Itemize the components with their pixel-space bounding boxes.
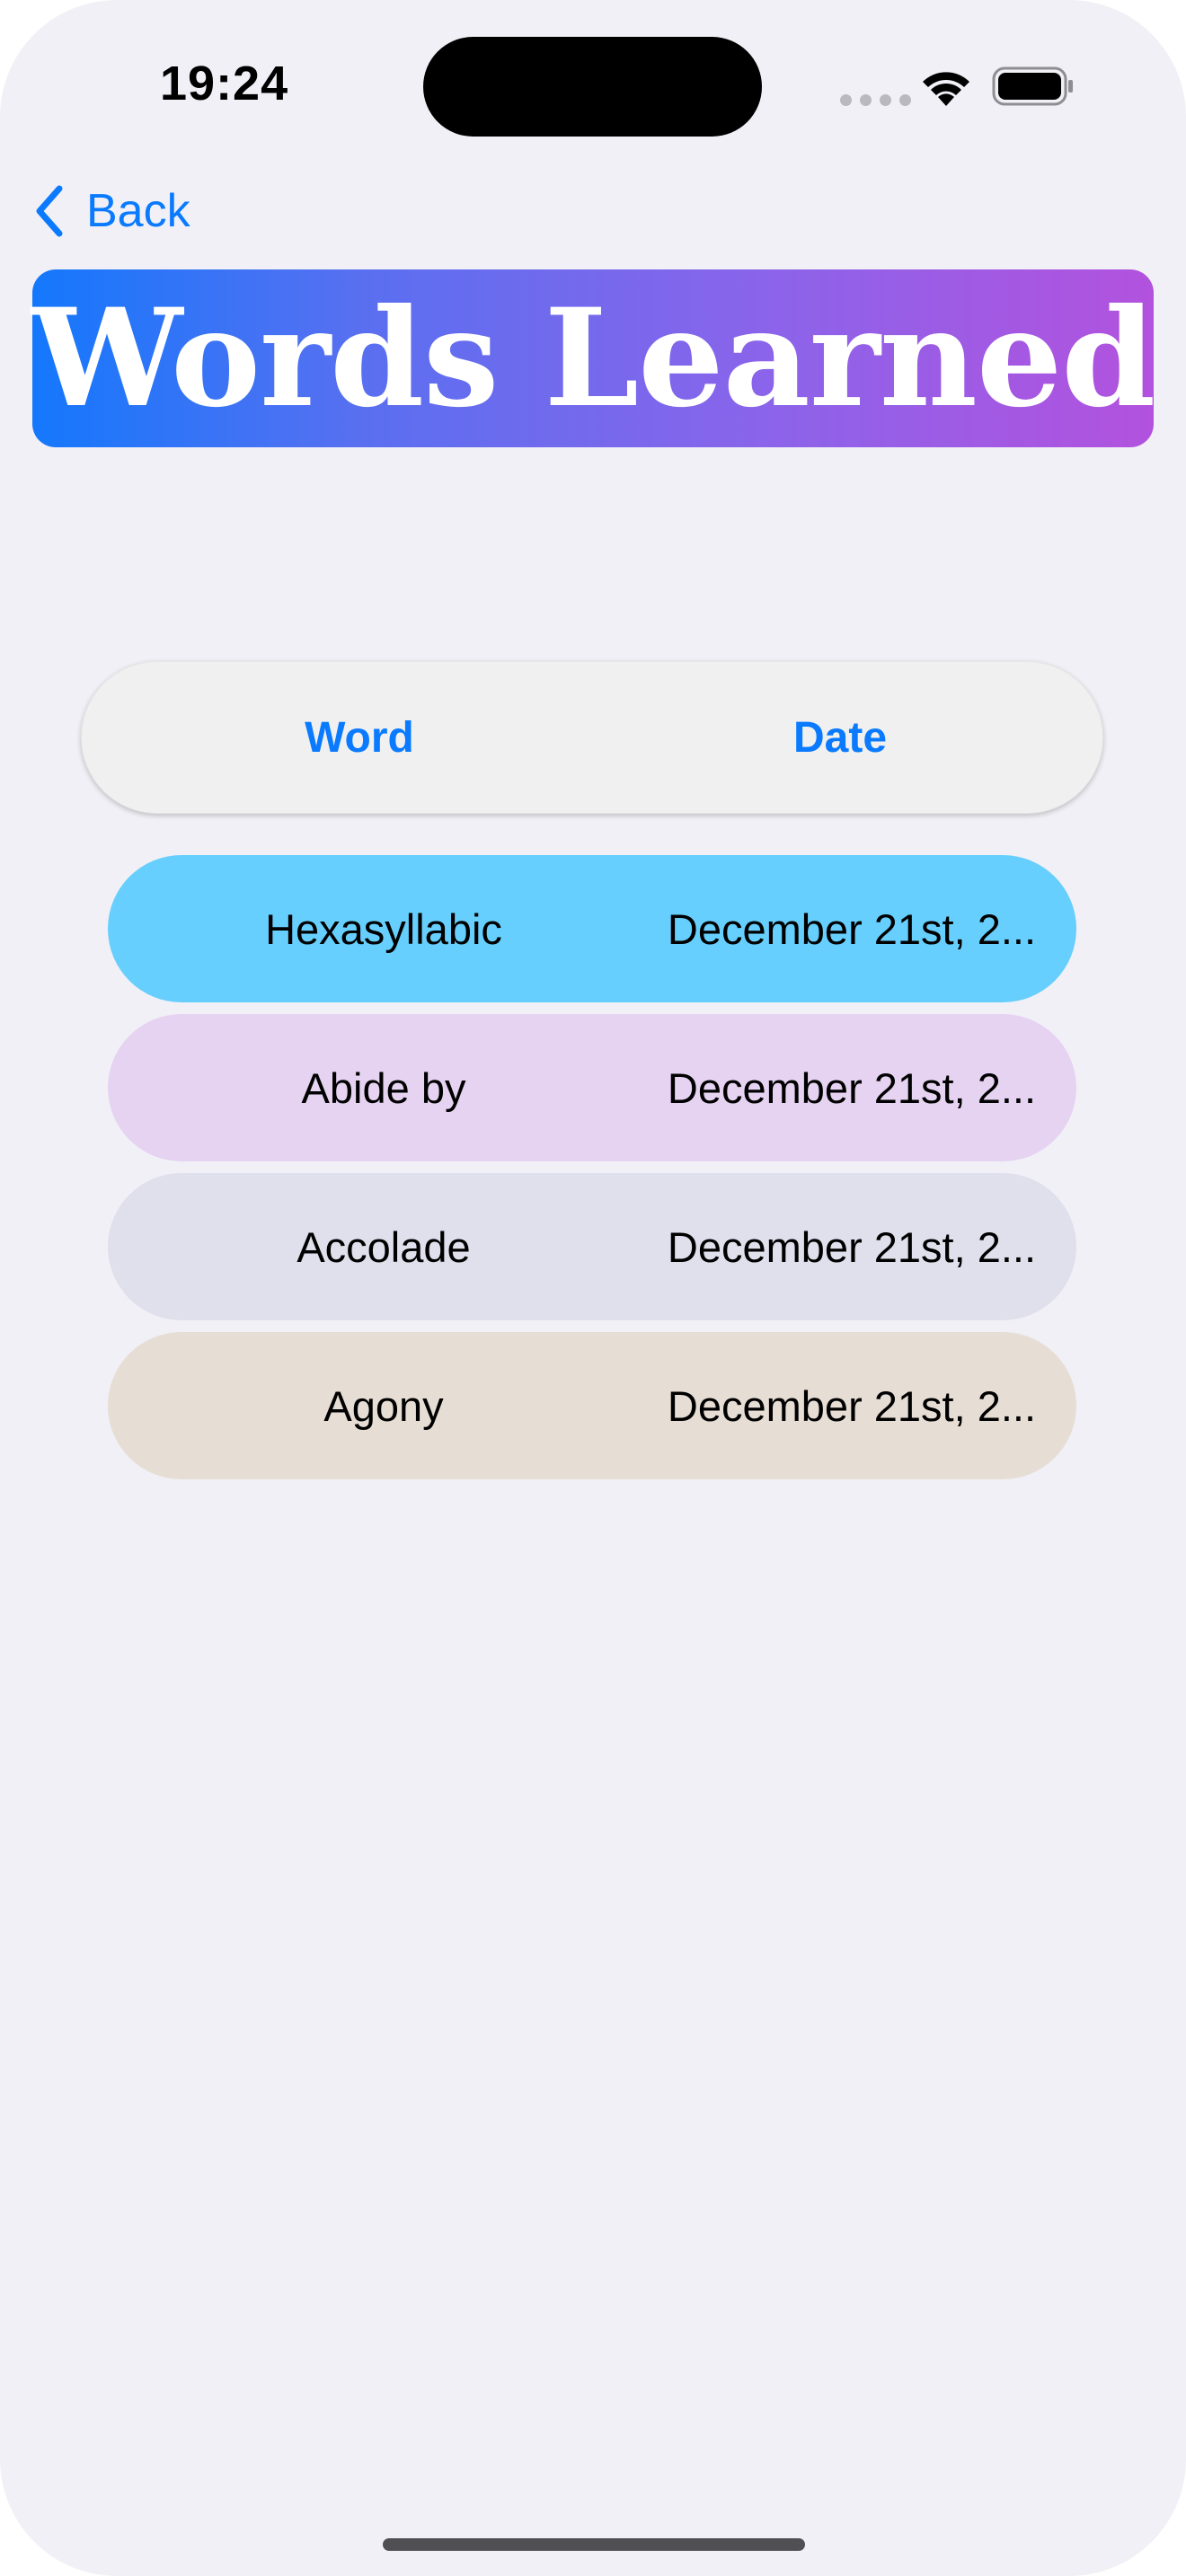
word-cell: Agony: [323, 1381, 444, 1430]
table-row[interactable]: Accolade December 21st, 2...: [108, 1173, 1076, 1320]
date-cell: December 21st, 2...: [667, 904, 1037, 953]
date-cell: December 21st, 2...: [667, 1063, 1037, 1112]
back-button[interactable]: Back: [32, 180, 190, 243]
cellular-signal-icon: [840, 94, 911, 106]
date-column-header[interactable]: Date: [638, 661, 1042, 814]
page-title: Words Learned: [31, 279, 1155, 437]
word-cell: Hexasyllabic: [265, 904, 502, 953]
home-indicator[interactable]: [383, 2538, 805, 2551]
date-cell: December 21st, 2...: [667, 1381, 1037, 1430]
back-label: Back: [86, 185, 190, 237]
battery-icon: [992, 66, 1073, 106]
phone-screen: 19:24 Back Words Learned Word Date Hexas…: [0, 0, 1186, 2576]
chevron-left-icon: [36, 185, 63, 237]
table-row[interactable]: Hexasyllabic December 21st, 2...: [108, 855, 1076, 1002]
word-column-header[interactable]: Word: [81, 661, 638, 814]
dynamic-island: [423, 37, 762, 137]
table-row[interactable]: Abide by December 21st, 2...: [108, 1014, 1076, 1161]
word-cell: Accolade: [296, 1222, 471, 1271]
table-header: Word Date: [81, 661, 1103, 814]
title-banner: Words Learned: [31, 269, 1155, 447]
wifi-icon: [923, 72, 969, 106]
word-cell: Abide by: [301, 1063, 466, 1112]
status-time: 19:24: [160, 57, 289, 110]
table-row[interactable]: Agony December 21st, 2...: [108, 1332, 1076, 1479]
date-cell: December 21st, 2...: [667, 1222, 1037, 1271]
